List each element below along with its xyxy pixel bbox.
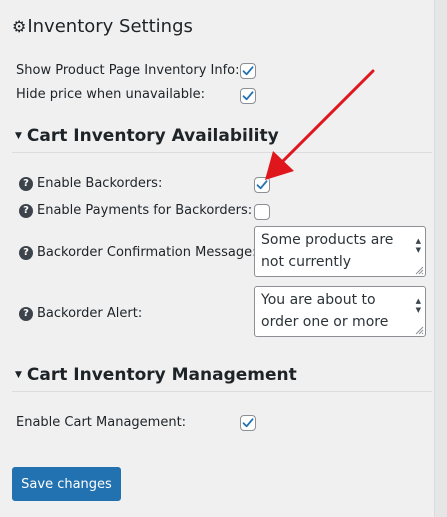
confirmation-message-textarea[interactable]: Some products are not currently ▲ ▼ [254, 226, 426, 277]
hide-price-label: Hide price when unavailable: [16, 87, 206, 102]
inventory-settings-title: Inventory Settings [27, 16, 193, 37]
enable-cart-management-checkbox[interactable] [240, 415, 256, 431]
hide-price-checkbox[interactable] [240, 88, 256, 104]
help-icon[interactable]: ? [19, 204, 33, 218]
cart-management-heading[interactable]: ▼ Cart Inventory Management [15, 365, 297, 385]
show-product-page-checkbox[interactable] [240, 63, 256, 79]
enable-cart-management-label: Enable Cart Management: [16, 415, 187, 430]
cart-management-title: Cart Inventory Management [26, 365, 297, 385]
checkmark-icon [242, 91, 254, 101]
confirmation-message-text: Some products are not currently [261, 232, 394, 270]
scroll-down-icon[interactable]: ▼ [416, 307, 421, 314]
resize-handle-icon[interactable] [414, 265, 424, 275]
checkmark-icon [242, 418, 254, 428]
help-icon[interactable]: ? [19, 177, 33, 191]
backorder-alert-text: You are about to order one or more [261, 292, 389, 330]
confirmation-message-label: Backorder Confirmation Message: [37, 245, 257, 260]
checkmark-icon [256, 180, 268, 190]
backorder-alert-textarea[interactable]: You are about to order one or more ▲ ▼ [254, 286, 426, 337]
checkmark-icon [242, 66, 254, 76]
enable-payments-checkbox[interactable] [254, 204, 270, 220]
save-changes-button[interactable]: Save changes [12, 467, 121, 501]
section-divider [12, 152, 432, 153]
enable-backorders-label: Enable Backorders: [37, 176, 163, 191]
help-icon[interactable]: ? [19, 246, 33, 260]
resize-handle-icon[interactable] [414, 325, 424, 335]
enable-payments-label: Enable Payments for Backorders: [37, 203, 253, 218]
cart-availability-title: Cart Inventory Availability [26, 126, 279, 146]
caret-down-icon: ▼ [15, 130, 22, 141]
help-icon[interactable]: ? [19, 307, 33, 321]
inventory-settings-heading: ⚙ Inventory Settings [12, 16, 193, 37]
scroll-down-icon[interactable]: ▼ [416, 247, 421, 254]
gear-icon: ⚙ [12, 16, 27, 36]
scroll-up-icon[interactable]: ▲ [416, 298, 421, 305]
settings-page: ⚙ Inventory Settings Show Product Page In… [0, 0, 434, 517]
page-scrollbar[interactable] [434, 0, 447, 517]
backorder-alert-label: Backorder Alert: [37, 306, 143, 321]
scroll-up-icon[interactable]: ▲ [416, 238, 421, 245]
cart-availability-heading[interactable]: ▼ Cart Inventory Availability [15, 126, 279, 146]
section-divider [12, 391, 432, 392]
enable-backorders-checkbox[interactable] [254, 177, 270, 193]
show-product-page-label: Show Product Page Inventory Info: [16, 63, 240, 78]
caret-down-icon: ▼ [15, 369, 22, 380]
